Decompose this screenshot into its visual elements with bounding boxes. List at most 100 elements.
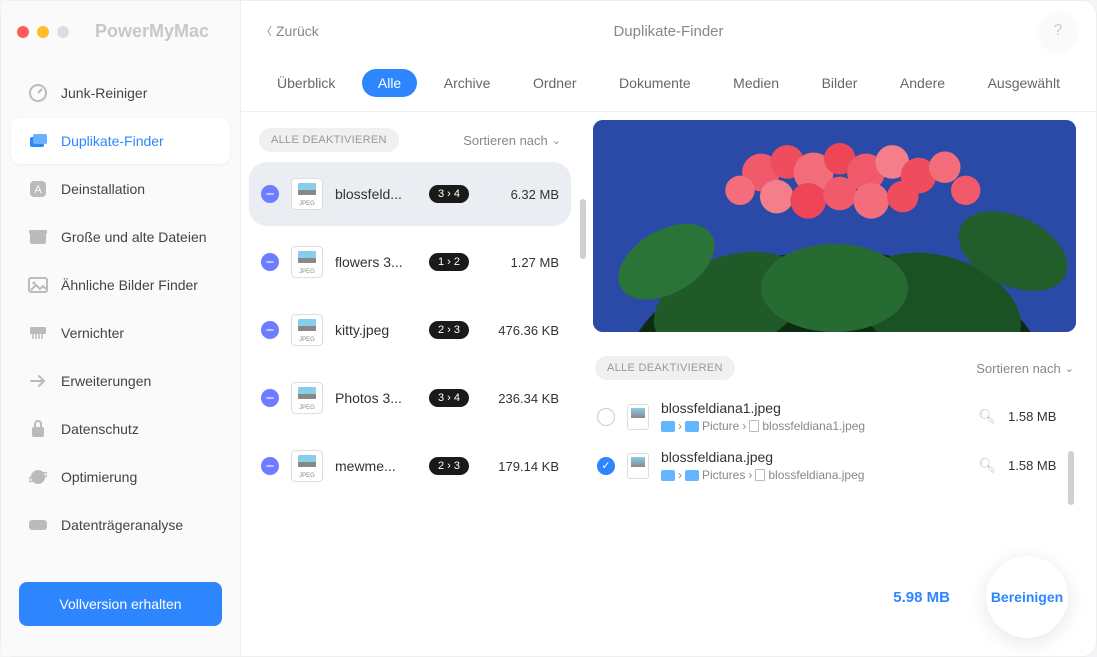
magnify-icon[interactable]: 🔍︎ (978, 408, 996, 425)
topbar: 〈Zurück Duplikate-Finder ? (241, 1, 1096, 57)
deselect-icon[interactable]: − (261, 457, 279, 475)
file-row[interactable]: ✓ blossfeldiana.jpeg › Pictures › blossf… (593, 441, 1076, 490)
tab-documents[interactable]: Dokumente (603, 69, 707, 97)
page-title: Duplikate-Finder (613, 23, 723, 40)
chevron-down-icon: ⌄ (1065, 362, 1074, 375)
gauge-icon (27, 82, 49, 104)
upgrade-button[interactable]: Vollversion erhalten (19, 582, 222, 626)
tab-archives[interactable]: Archive (428, 69, 507, 97)
sidebar: PowerMyMac Junk-Reiniger Duplikate-Finde… (1, 1, 241, 656)
lock-icon (27, 418, 49, 440)
deactivate-all-detail-button[interactable]: ALLE DEAKTIVIEREN (595, 356, 735, 380)
sidebar-item-label: Große und alte Dateien (61, 229, 207, 245)
sidebar-item-label: Erweiterungen (61, 373, 151, 389)
sidebar-item-uninstall[interactable]: ADeinstallation (11, 166, 230, 212)
scrollbar[interactable] (1068, 451, 1074, 505)
disk-icon (27, 514, 49, 536)
deselect-icon[interactable]: − (261, 389, 279, 407)
footer: 5.98 MB Bereinigen (893, 556, 1068, 638)
tab-images[interactable]: Bilder (806, 69, 874, 97)
scrollbar[interactable] (580, 199, 586, 259)
file-icon (749, 420, 759, 432)
sidebar-item-similar[interactable]: Ähnliche Bilder Finder (11, 262, 230, 308)
sort-dropdown[interactable]: Sortieren nach ⌄ (463, 133, 561, 148)
filter-tabs: Überblick Alle Archive Ordner Dokumente … (241, 57, 1096, 112)
svg-text:A: A (34, 184, 42, 196)
sidebar-item-privacy[interactable]: Datenschutz (11, 406, 230, 452)
jpeg-thumb-icon: JPEG (291, 246, 323, 278)
sidebar-item-label: Duplikate-Finder (61, 133, 164, 149)
shredder-icon (27, 322, 49, 344)
group-size: 1.27 MB (481, 255, 559, 270)
group-list: − JPEG blossfeld... 3 › 4 6.32 MB − JPEG… (245, 162, 575, 646)
sidebar-item-label: Vernichter (61, 325, 124, 341)
back-label: Zurück (276, 23, 319, 39)
sidebar-item-label: Datenträgeranalyse (61, 517, 183, 533)
chevron-down-icon: ⌄ (552, 134, 561, 147)
group-name: mewme... (335, 458, 417, 474)
tab-folders[interactable]: Ordner (517, 69, 593, 97)
group-count-badge: 2 › 3 (429, 321, 469, 339)
close-window-icon[interactable] (17, 26, 29, 38)
sidebar-item-extensions[interactable]: Erweiterungen (11, 358, 230, 404)
arrow-right-icon (27, 370, 49, 392)
tab-all[interactable]: Alle (362, 69, 417, 97)
sidebar-item-label: Junk-Reiniger (61, 85, 147, 101)
file-size: 1.58 MB (1008, 409, 1072, 424)
sort-detail-dropdown[interactable]: Sortieren nach⌄ (976, 361, 1074, 376)
tab-other[interactable]: Andere (884, 69, 961, 97)
clean-button[interactable]: Bereinigen (986, 556, 1068, 638)
group-pane-header: ALLE DEAKTIVIEREN Sortieren nach ⌄ (245, 122, 575, 162)
sidebar-item-shredder[interactable]: Vernichter (11, 310, 230, 356)
file-info: blossfeldiana1.jpeg › Picture › blossfel… (661, 400, 966, 433)
group-row[interactable]: − JPEG Photos 3... 3 › 4 236.34 KB (249, 366, 571, 430)
app-window: PowerMyMac Junk-Reiniger Duplikate-Finde… (0, 0, 1097, 657)
help-button[interactable]: ? (1040, 13, 1076, 49)
group-count-badge: 1 › 2 (429, 253, 469, 271)
app-icon: A (27, 178, 49, 200)
group-name: Photos 3... (335, 390, 417, 406)
group-count-badge: 3 › 4 (429, 185, 469, 203)
deselect-icon[interactable]: − (261, 253, 279, 271)
folder-stack-icon (27, 130, 49, 152)
maximize-window-icon[interactable] (57, 26, 69, 38)
minimize-window-icon[interactable] (37, 26, 49, 38)
file-row[interactable]: blossfeldiana1.jpeg › Picture › blossfel… (593, 392, 1076, 441)
group-row[interactable]: − JPEG kitty.jpeg 2 › 3 476.36 KB (249, 298, 571, 362)
group-row[interactable]: − JPEG blossfeld... 3 › 4 6.32 MB (249, 162, 571, 226)
magnify-icon[interactable]: 🔍︎ (978, 457, 996, 474)
file-checkbox[interactable]: ✓ (597, 457, 615, 475)
group-row[interactable]: − JPEG flowers 3... 1 › 2 1.27 MB (249, 230, 571, 294)
sidebar-item-junk[interactable]: Junk-Reiniger (11, 70, 230, 116)
jpeg-thumb-icon: JPEG (291, 178, 323, 210)
group-size: 236.34 KB (481, 391, 559, 406)
jpeg-thumb-icon: JPEG (291, 314, 323, 346)
tab-selected[interactable]: Ausgewählt (972, 69, 1076, 97)
sidebar-item-label: Datenschutz (61, 421, 139, 437)
group-name: kitty.jpeg (335, 322, 417, 338)
photo-icon (27, 274, 49, 296)
file-checkbox[interactable] (597, 408, 615, 426)
detail-header: ALLE DEAKTIVIEREN Sortieren nach⌄ (593, 350, 1076, 392)
back-button[interactable]: 〈Zurück (261, 23, 319, 39)
main-panel: 〈Zurück Duplikate-Finder ? Überblick All… (241, 1, 1096, 656)
file-path: › Pictures › blossfeldiana.jpeg (661, 468, 966, 482)
sort-label: Sortieren nach (463, 133, 548, 148)
tab-overview[interactable]: Überblick (261, 69, 351, 97)
deselect-icon[interactable]: − (261, 321, 279, 339)
file-size: 1.58 MB (1008, 458, 1072, 473)
sidebar-item-disk[interactable]: Datenträgeranalyse (11, 502, 230, 548)
group-row[interactable]: − JPEG mewme... 2 › 3 179.14 KB (249, 434, 571, 498)
tab-media[interactable]: Medien (717, 69, 795, 97)
sidebar-item-optimize[interactable]: Optimierung (11, 454, 230, 500)
deselect-icon[interactable]: − (261, 185, 279, 203)
chevron-left-icon: 〈 (261, 23, 272, 39)
group-size: 476.36 KB (481, 323, 559, 338)
file-thumb-icon (627, 404, 649, 430)
total-size: 5.98 MB (893, 589, 950, 606)
sidebar-item-duplicates[interactable]: Duplikate-Finder (11, 118, 230, 164)
sidebar-item-large-old[interactable]: Große und alte Dateien (11, 214, 230, 260)
sidebar-nav: Junk-Reiniger Duplikate-Finder ADeinstal… (1, 68, 240, 570)
sphere-icon (27, 466, 49, 488)
deactivate-all-button[interactable]: ALLE DEAKTIVIEREN (259, 128, 399, 152)
